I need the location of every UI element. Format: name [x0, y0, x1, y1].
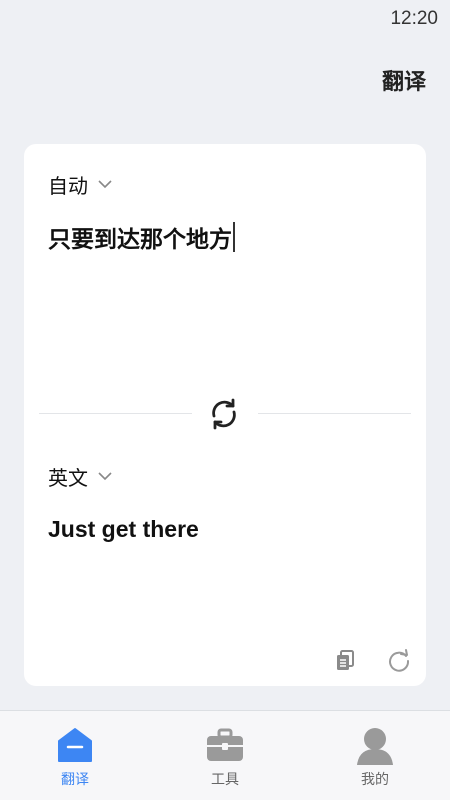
nav-item-translate[interactable]: 翻译	[0, 711, 150, 800]
user-icon	[357, 728, 393, 765]
nav-label-profile: 我的	[361, 772, 389, 788]
target-language-selector[interactable]: 英文	[48, 462, 112, 491]
page-title: 翻译	[381, 70, 426, 95]
translate-screen: 12:20 翻译 自动 只要到达那个地方 英文 Just get there 翻…	[0, 0, 450, 800]
status-time: 12:20	[390, 8, 438, 29]
status-bar: 12:20	[0, 0, 450, 36]
swap-icon	[212, 398, 236, 430]
copy-icon	[337, 650, 354, 670]
divider-right	[258, 413, 411, 414]
copy-button[interactable]	[334, 648, 358, 672]
source-language-selector[interactable]: 自动	[48, 170, 112, 199]
nav-label-tools: 工具	[211, 772, 239, 788]
translated-text: Just get there	[48, 516, 199, 542]
target-language-label: 英文	[48, 466, 88, 490]
chevron-down-icon	[98, 470, 112, 484]
refresh-button[interactable]	[387, 648, 411, 672]
nav-label-translate: 翻译	[61, 772, 89, 788]
divider-left	[39, 413, 192, 414]
source-text: 只要到达那个地方	[48, 227, 232, 253]
source-language-label: 自动	[48, 174, 88, 198]
bottom-navigation: 翻译 工具 我的	[0, 710, 450, 800]
chevron-down-icon	[98, 178, 112, 192]
nav-item-profile[interactable]: 我的	[300, 711, 450, 800]
refresh-icon	[389, 649, 410, 672]
home-icon	[58, 728, 92, 762]
source-text-input[interactable]: 只要到达那个地方	[48, 220, 235, 254]
toolbox-icon	[207, 728, 243, 761]
swap-languages-button[interactable]	[205, 395, 243, 433]
translation-card: 自动 只要到达那个地方 英文 Just get there	[24, 144, 426, 686]
nav-item-tools[interactable]: 工具	[150, 711, 300, 800]
text-cursor	[233, 222, 235, 252]
